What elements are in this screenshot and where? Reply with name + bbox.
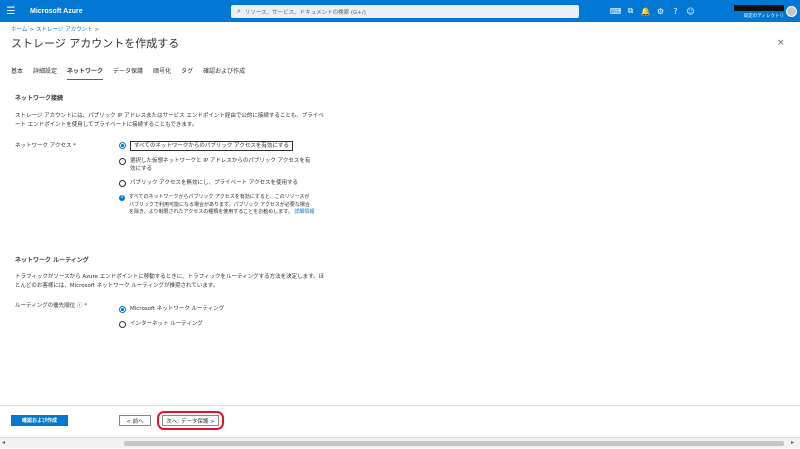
description-line: とんどのお客様には、Microsoft ネットワーク ルーティングが推奨されてい…	[15, 282, 219, 289]
breadcrumb-home[interactable]: ホーム	[11, 27, 27, 33]
radio-label: すべてのネットワークからのパブリック アクセスを有効にする	[130, 141, 293, 151]
scrollbar-thumb[interactable]	[124, 441, 784, 446]
radio-label-line: 効にする	[130, 166, 153, 172]
info-text: すべてのネットワークからパブリック アクセスを有効にすると、このリソースが パブ…	[129, 194, 314, 217]
breadcrumb: ホーム > ストレージ アカウント >	[11, 27, 100, 33]
tab-bar: 基本 詳細設定 ネットワーク データ保護 暗号化 タグ 確認および作成	[11, 66, 255, 80]
horizontal-scrollbar[interactable]: ◂ ▸	[0, 437, 800, 448]
radio-icon[interactable]	[119, 180, 126, 187]
radio-public-all-networks[interactable]: すべてのネットワークからのパブリック アクセスを有効にする	[119, 141, 293, 151]
radio-selected-icon[interactable]	[119, 142, 126, 149]
tab-data-protection[interactable]: データ保護	[113, 66, 143, 80]
search-placeholder: リソース、サービス、ドキュメントの検索 (G+/)	[244, 9, 366, 16]
info-text-line: すべてのネットワークからパブリック アクセスを有効にすると、このリソースが	[129, 194, 310, 200]
feedback-icon[interactable]: ☺	[683, 7, 698, 16]
radio-microsoft-routing[interactable]: Microsoft ネットワーク ルーティング	[119, 305, 224, 313]
highlight-annotation	[157, 411, 224, 430]
tab-tags[interactable]: タグ	[181, 66, 193, 80]
network-access-label: ネットワーク アクセス *	[15, 143, 76, 149]
breadcrumb-storage-accounts[interactable]: ストレージ アカウント	[36, 27, 93, 33]
hamburger-icon[interactable]: ☰	[0, 0, 22, 22]
info-text-line: を除き、より制限されたアクセスの種類を使用することをお勧めします。	[129, 209, 293, 215]
top-icons: ⌨ ⧉ 🔔 ⚙ ? ☺	[608, 0, 698, 22]
network-routing-heading: ネットワーク ルーティング	[15, 257, 89, 264]
tab-basics[interactable]: 基本	[11, 66, 23, 80]
radio-disable-public-access[interactable]: パブリック アクセスを無効にし、プライベート アクセスを使用する	[119, 179, 298, 187]
scroll-left-icon[interactable]: ◂	[2, 439, 5, 446]
user-account[interactable]: 既定のディレクトリ	[734, 4, 784, 19]
brand-name[interactable]: Microsoft Azure	[30, 8, 83, 15]
radio-label: Microsoft ネットワーク ルーティング	[130, 306, 225, 312]
tab-advanced[interactable]: 詳細設定	[33, 66, 57, 80]
radio-internet-routing[interactable]: インターネット ルーティング	[119, 320, 203, 328]
close-icon[interactable]: ×	[777, 38, 785, 48]
network-connectivity-heading: ネットワーク接続	[15, 95, 64, 102]
network-routing-description: トラフィックがソースから Azure エンドポイントに移動するときに、トラフィッ…	[15, 273, 324, 290]
tab-review-create[interactable]: 確認および作成	[203, 66, 245, 80]
previous-button[interactable]: < 前へ	[119, 415, 151, 426]
search-icon: ⌕	[237, 7, 241, 15]
footer-divider	[0, 405, 800, 406]
radio-icon[interactable]	[119, 158, 126, 165]
user-directory: 既定のディレクトリ	[743, 14, 784, 19]
info-text-line: パブリックで利用可能になる場合があります。パブリック アクセスが必要な場合	[129, 201, 310, 208]
radio-selected-icon[interactable]	[119, 306, 126, 313]
radio-selected-networks[interactable]: 選択した仮想ネットワークと IP アドレスからのパブリック アクセスを有 効にす…	[119, 157, 310, 173]
user-name-redacted	[734, 5, 784, 11]
routing-preference-label: ルーティングの優先順位 ⓘ *	[15, 303, 87, 309]
review-create-button[interactable]: 確認および作成	[11, 415, 68, 426]
cloud-shell-icon[interactable]: ⌨	[608, 7, 623, 16]
description-line: ート エンドポイントを使用してプライベートに接続することもできます。	[15, 121, 198, 128]
network-connectivity-description: ストレージ アカウントには、パブリック IP アドレスまたはサービス エンドポイ…	[15, 112, 324, 129]
page-title: ストレージ アカウントを作成する	[11, 37, 180, 50]
info-message: i すべてのネットワークからパブリック アクセスを有効にすると、このリソースが …	[119, 194, 319, 217]
radio-label: インターネット ルーティング	[130, 321, 203, 327]
radio-label-line: 選択した仮想ネットワークと IP アドレスからのパブリック アクセスを有	[130, 158, 311, 164]
search-input[interactable]: ⌕ リソース、サービス、ドキュメントの検索 (G+/)	[231, 5, 579, 18]
tab-encryption[interactable]: 暗号化	[153, 66, 171, 80]
radio-label: パブリック アクセスを無効にし、プライベート アクセスを使用する	[130, 180, 298, 186]
radio-icon[interactable]	[119, 321, 126, 328]
notifications-icon[interactable]: 🔔	[638, 7, 653, 16]
radio-label: 選択した仮想ネットワークと IP アドレスからのパブリック アクセスを有 効にす…	[130, 157, 310, 173]
description-line: トラフィックがソースから Azure エンドポイントに移動するときに、トラフィッ…	[15, 274, 325, 280]
more-icon[interactable]: ···	[143, 37, 151, 46]
help-icon[interactable]: ?	[668, 7, 683, 16]
learn-more-link[interactable]: 詳細情報	[294, 209, 314, 215]
tab-networking[interactable]: ネットワーク	[67, 66, 104, 80]
avatar[interactable]	[786, 6, 797, 17]
scroll-right-icon[interactable]: ▸	[791, 439, 794, 446]
directory-icon[interactable]: ⧉	[623, 6, 638, 16]
info-icon: i	[119, 195, 125, 201]
settings-icon[interactable]: ⚙	[653, 7, 668, 16]
description-line: ストレージ アカウントには、パブリック IP アドレスまたはサービス エンドポイ…	[15, 113, 324, 119]
